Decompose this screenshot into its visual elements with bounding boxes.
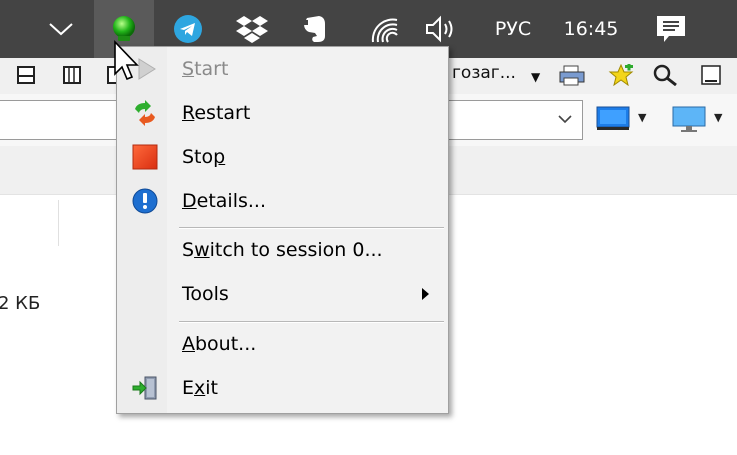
monitor-icon[interactable]	[596, 106, 630, 132]
menu-item-label: About...	[182, 333, 257, 355]
minimize-panel-icon[interactable]	[700, 64, 724, 86]
monitor-dropdown-arrow-icon[interactable]: ▼	[638, 111, 646, 124]
menu-item-stop[interactable]: Stop	[117, 137, 448, 177]
display-dropdown-arrow-icon[interactable]: ▼	[714, 111, 722, 124]
menu-item-label: Stop	[182, 146, 226, 168]
dropdown-arrow-icon[interactable]: ▼	[531, 70, 540, 84]
menu-item-label: Start	[182, 58, 229, 80]
menu-item-exit[interactable]: Exit	[117, 368, 448, 408]
menu-item-start[interactable]: Start	[117, 49, 448, 89]
volume-icon	[426, 15, 453, 43]
exit-door-icon	[131, 374, 159, 402]
menu-separator	[179, 227, 444, 229]
tray-context-menu: Start Restart Stop Details... Switch to …	[116, 46, 449, 414]
chevron-up-icon	[49, 23, 73, 36]
menu-item-label: Switch to session 0...	[182, 239, 383, 261]
printer-icon[interactable]	[558, 64, 586, 86]
telegram-icon	[174, 15, 202, 43]
menu-item-label: Exit	[182, 377, 218, 399]
notification-icon	[657, 16, 685, 42]
columns-icon[interactable]	[62, 64, 82, 86]
menu-item-label: Restart	[182, 102, 251, 124]
language-indicator[interactable]: РУС	[484, 0, 542, 58]
action-center-button[interactable]	[648, 0, 694, 58]
evernote-icon	[303, 16, 325, 42]
show-hidden-icons-button[interactable]	[40, 0, 82, 58]
clock[interactable]: 16:45	[554, 0, 628, 58]
submenu-arrow-icon	[422, 288, 429, 300]
info-icon	[131, 187, 159, 215]
menu-item-details[interactable]: Details...	[117, 181, 448, 221]
dropbox-icon	[236, 16, 268, 43]
menu-item-label: Tools	[182, 283, 229, 305]
clock-time: 16:45	[563, 18, 619, 40]
restart-icon	[131, 99, 159, 127]
display-icon[interactable]	[672, 106, 706, 132]
toolbar-dropdown-label[interactable]: гозаг...	[452, 63, 516, 83]
mouse-cursor-icon	[114, 40, 139, 81]
column-divider	[58, 200, 59, 246]
wifi-icon	[371, 18, 398, 43]
language-label: РУС	[494, 18, 532, 40]
stop-square-icon	[131, 143, 159, 171]
menu-item-tools[interactable]: Tools	[117, 274, 448, 314]
search-icon[interactable]	[652, 64, 680, 86]
menu-item-label: Details...	[182, 190, 266, 212]
file-size-text: 2 КБ	[0, 293, 41, 314]
menu-separator	[179, 321, 444, 323]
window-icon[interactable]	[16, 64, 36, 86]
menu-item-switch-session[interactable]: Switch to session 0...	[117, 230, 448, 270]
menu-item-restart[interactable]: Restart	[117, 93, 448, 133]
menu-item-about[interactable]: About...	[117, 324, 448, 364]
favorite-star-icon[interactable]	[606, 64, 636, 86]
address-dropdown-chevron-icon[interactable]	[556, 110, 574, 128]
